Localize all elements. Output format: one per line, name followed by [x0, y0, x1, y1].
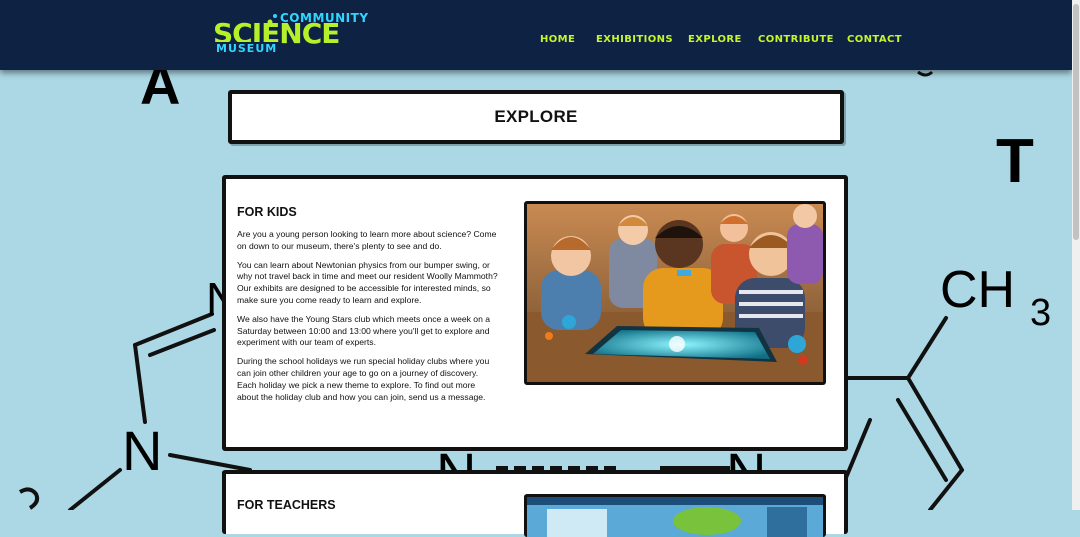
for-kids-paragraph-2: You can learn about Newtonian physics fr… [237, 259, 498, 305]
nav-explore[interactable]: EXPLORE [688, 34, 742, 45]
for-kids-text: Are you a young person looking to learn … [237, 229, 499, 410]
nav-home[interactable]: HOME [540, 34, 575, 45]
logo-museum-text: MUSEUM [214, 42, 280, 55]
for-kids-paragraph-3: We also have the Young Stars club which … [237, 313, 491, 348]
section-heading-for-kids: FOR KIDS [237, 205, 297, 219]
nav-contribute[interactable]: CONTRIBUTE [758, 34, 834, 45]
teachers-section-photo [524, 494, 826, 537]
bg-letter-subscript-3: 3 [1030, 292, 1052, 334]
scrollbar-thumb[interactable] [1073, 4, 1079, 240]
page-scrollbar[interactable] [1072, 0, 1080, 510]
for-kids-paragraph-1: Are you a young person looking to learn … [237, 229, 497, 251]
site-header: COMMUNITY SCIENCE MUSEUM HOME EXHIBITION… [0, 0, 1072, 70]
bg-letter-t: T [996, 127, 1034, 196]
community-science-museum-logo[interactable]: COMMUNITY SCIENCE MUSEUM [212, 11, 392, 56]
page-title: EXPLORE [494, 107, 578, 126]
for-teachers-section: FOR TEACHERS [222, 470, 848, 537]
teachers-photo-illustration [527, 497, 823, 537]
for-kids-section: FOR KIDS Are you a young person looking … [222, 175, 848, 451]
nav-exhibitions[interactable]: EXHIBITIONS [596, 34, 673, 45]
page-title-box: EXPLORE [228, 90, 844, 144]
children-photo-illustration [527, 204, 823, 382]
nav-contact[interactable]: CONTACT [847, 34, 902, 45]
bg-letter-ch: CH [940, 261, 1016, 319]
for-kids-paragraph-4: During the school holidays we run specia… [237, 356, 490, 402]
children-science-table-photo [524, 201, 826, 385]
bg-letter-n-bottom: N [122, 419, 163, 482]
